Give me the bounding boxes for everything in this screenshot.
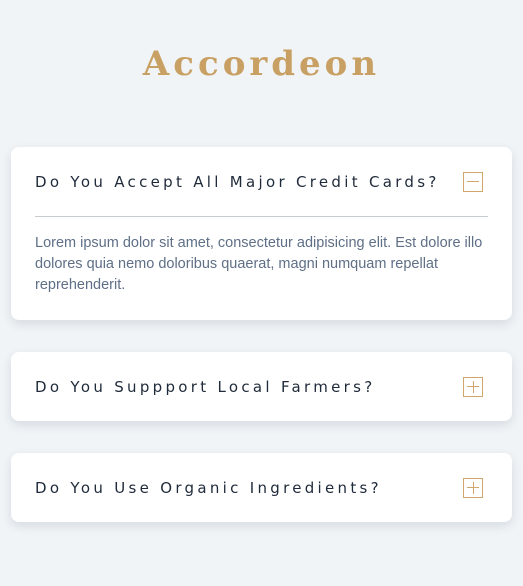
plus-icon[interactable]	[463, 477, 483, 498]
accordion-item-credit-cards: Do You Accept All Major Credit Cards? Lo…	[11, 147, 512, 320]
accordion-header-credit-cards[interactable]: Do You Accept All Major Credit Cards?	[35, 147, 488, 217]
accordion-question: Do You Suppport Local Farmers?	[35, 377, 376, 396]
accordion-header-organic-ingredients[interactable]: Do You Use Organic Ingredients?	[35, 453, 488, 522]
accordion-header-local-farmers[interactable]: Do You Suppport Local Farmers?	[35, 352, 488, 421]
accordion-question: Do You Use Organic Ingredients?	[35, 478, 382, 497]
minus-icon[interactable]	[463, 171, 483, 192]
accordion-item-local-farmers: Do You Suppport Local Farmers?	[11, 352, 512, 421]
plus-icon[interactable]	[463, 376, 483, 397]
accordion-answer: Lorem ipsum dolor sit amet, consectetur …	[35, 235, 483, 293]
accordion-item-organic-ingredients: Do You Use Organic Ingredients?	[11, 453, 512, 522]
accordion-question: Do You Accept All Major Credit Cards?	[35, 172, 440, 191]
page-title: Accordeon	[142, 44, 381, 84]
